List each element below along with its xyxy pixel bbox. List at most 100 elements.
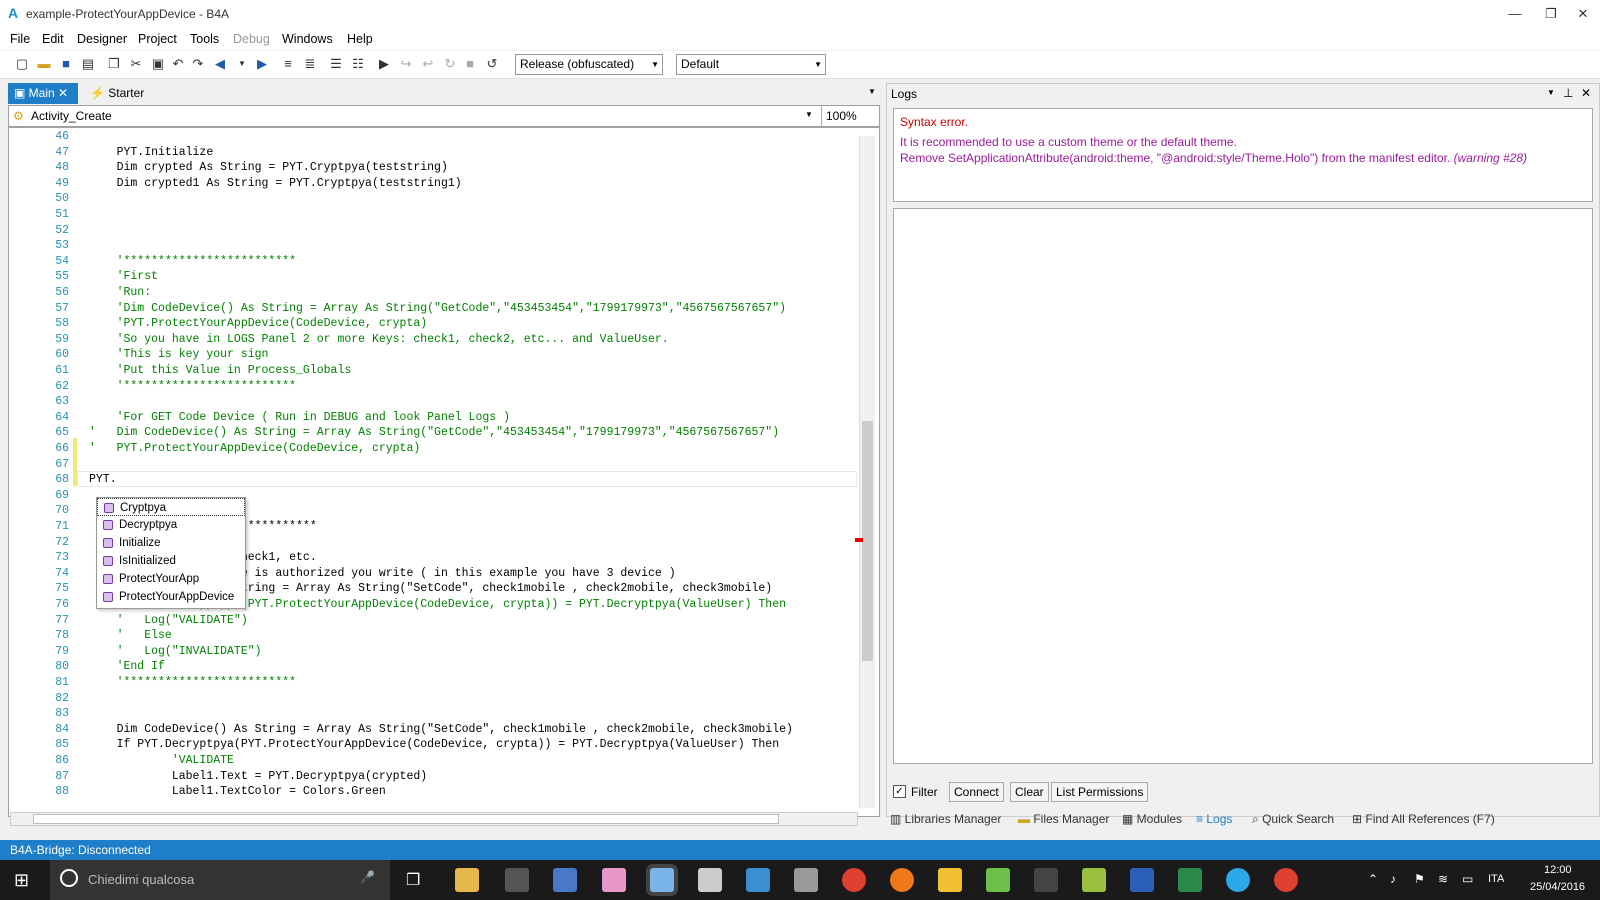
zoom-select[interactable]: 100% [821,106,881,126]
navigate-back-icon[interactable]: ◀ [212,56,228,72]
menu-debug[interactable]: Debug [233,32,270,46]
code-line[interactable]: 'This is key your sign [89,348,269,361]
code-line[interactable]: Label1.Text = PYT.Decryptpya(crypted) [89,770,427,783]
notes-icon[interactable] [938,868,962,892]
step-out-icon[interactable]: ↻ [442,56,458,72]
word-icon[interactable] [1130,868,1154,892]
code-line[interactable]: ' Log("INVALIDATE") [89,645,262,658]
panel-menu-icon[interactable]: ▼ [1547,88,1555,97]
b4r-icon[interactable] [746,868,770,892]
b4a-taskbar-icon[interactable] [650,868,674,892]
input-language[interactable]: ITA [1488,873,1504,885]
code-line[interactable]: PYT. [89,473,117,486]
tab-main[interactable]: ▣ Main ✕ [8,83,78,104]
calculator-icon[interactable] [505,868,529,892]
code-line[interactable]: '************************* [89,255,296,268]
code-line[interactable]: Dim crypted As String = PYT.Cryptpya(tes… [89,161,448,174]
code-line[interactable]: 'Put this Value in Process_Globals [89,364,352,377]
tab-modules[interactable]: ▦ Modules [1122,812,1182,826]
skype-icon[interactable] [1226,868,1250,892]
code-line[interactable]: Dim crypted1 As String = PYT.Cryptpya(te… [89,177,462,190]
wifi-icon[interactable]: ≋ [1438,872,1448,886]
undo-icon[interactable]: ↶ [170,56,186,72]
uncomment-block-icon[interactable]: ☷ [350,56,366,72]
autocomplete-item[interactable]: ProtectYourAppDevice [97,588,245,606]
stop-icon[interactable]: ■ [462,56,478,72]
cortana-search-box[interactable]: Chiedimi qualcosa 🎤 [50,860,390,900]
restart-icon[interactable]: ↺ [484,56,500,72]
open-folder-icon[interactable]: ▬ [36,56,52,72]
tool-icon[interactable] [794,868,818,892]
code-line[interactable]: PYT.Initialize [89,146,214,159]
tab-logs[interactable]: ≡ Logs [1196,812,1232,826]
device-select[interactable]: Default ▼ [676,54,826,75]
menu-file[interactable]: File [10,32,30,46]
filter-checkbox[interactable]: ✓ [893,785,906,798]
code-line[interactable]: 'Run: [89,286,152,299]
code-line[interactable]: ' Log("VALIDATE") [89,614,248,627]
build-configuration-select[interactable]: Release (obfuscated) ▼ [515,54,663,75]
b4i-icon[interactable] [698,868,722,892]
close-tab-icon[interactable]: ✕ [58,86,68,100]
sub-dropdown-icon[interactable]: ▼ [805,110,813,119]
code-line[interactable]: ' Dim CodeDevice() As String = Array As … [89,426,779,439]
menu-project[interactable]: Project [138,32,177,46]
autocomplete-item[interactable]: Initialize [97,534,245,552]
tab-find-all-references[interactable]: ⊞ Find All References (F7) [1352,812,1495,826]
pin-icon[interactable]: ⊥ [1563,86,1573,100]
autocomplete-item[interactable]: ProtectYourApp [97,570,245,588]
back-dropdown-icon[interactable]: ▼ [234,56,250,72]
excel-icon[interactable] [1178,868,1202,892]
save-all-icon[interactable]: ▤ [80,56,96,72]
sub-selector-value[interactable]: Activity_Create [31,109,112,123]
microphone-icon[interactable]: 🎤 [360,870,375,884]
firefox-icon[interactable] [890,868,914,892]
close-panel-icon[interactable]: ✕ [1581,86,1591,100]
connect-button[interactable]: Connect [949,782,1004,802]
code-line[interactable]: 'VALIDATE [89,754,234,767]
code-line[interactable]: '************************* [89,380,296,393]
autocomplete-item[interactable]: IsInitialized [97,552,245,570]
vertical-scrollbar[interactable] [859,136,875,808]
autocomplete-item[interactable]: Decryptpya [97,516,245,534]
clock-time[interactable]: 12:00 [1544,864,1572,876]
code-line[interactable]: ' PYT.ProtectYourAppDevice(CodeDevice, c… [89,442,420,455]
app2-icon[interactable] [986,868,1010,892]
code-line[interactable]: '************************* [89,676,296,689]
redo-icon[interactable]: ↷ [190,56,206,72]
indent-icon[interactable]: ≣ [302,56,318,72]
step-in-icon[interactable]: ↩ [420,56,436,72]
network-icon[interactable]: ⚑ [1414,872,1425,886]
close-window-button[interactable]: ✕ [1560,0,1600,28]
code-line[interactable]: 'PYT.ProtectYourAppDevice(CodeDevice, cr… [89,317,428,330]
show-hidden-icons-icon[interactable]: ⌃ [1368,872,1378,886]
autocomplete-popup[interactable]: Cryptpya Decryptpya Initialize IsInitial… [96,497,246,609]
studio-icon[interactable] [1034,868,1058,892]
code-line[interactable]: Dim CodeDevice() As String = Array As St… [89,723,793,736]
code-line[interactable]: 'End If [89,660,165,673]
code-line[interactable]: Label1.TextColor = Colors.Green [89,785,386,798]
menu-windows[interactable]: Windows [282,32,333,46]
notification-icon[interactable]: ▭ [1462,872,1473,886]
code-line[interactable]: ' Else [89,629,172,642]
navigate-forward-icon[interactable]: ▶ [254,56,270,72]
new-project-icon[interactable]: ▢ [14,56,30,72]
cut-icon[interactable]: ✂ [128,56,144,72]
clear-button[interactable]: Clear [1010,782,1049,802]
file-explorer-icon[interactable] [455,868,479,892]
tab-libraries-manager[interactable]: ▥ Libraries Manager [890,812,1001,826]
outdent-icon[interactable]: ≡ [280,56,296,72]
paste-icon[interactable]: ▣ [150,56,166,72]
tab-starter[interactable]: ⚡ Starter [84,83,164,104]
menu-tools[interactable]: Tools [190,32,219,46]
menu-help[interactable]: Help [347,32,373,46]
tab-files-manager[interactable]: ▬ Files Manager [1018,812,1109,826]
comment-block-icon[interactable]: ☰ [328,56,344,72]
step-over-icon[interactable]: ↪ [398,56,414,72]
code-line[interactable]: 'For GET Code Device ( Run in DEBUG and … [89,411,510,424]
code-line[interactable]: 'So you have in LOGS Panel 2 or more Key… [89,333,669,346]
menu-designer[interactable]: Designer [77,32,127,46]
code-line[interactable]: 'Dim CodeDevice() As String = Array As S… [89,302,786,315]
menu-edit[interactable]: Edit [42,32,64,46]
code-line[interactable]: 'First [89,270,158,283]
